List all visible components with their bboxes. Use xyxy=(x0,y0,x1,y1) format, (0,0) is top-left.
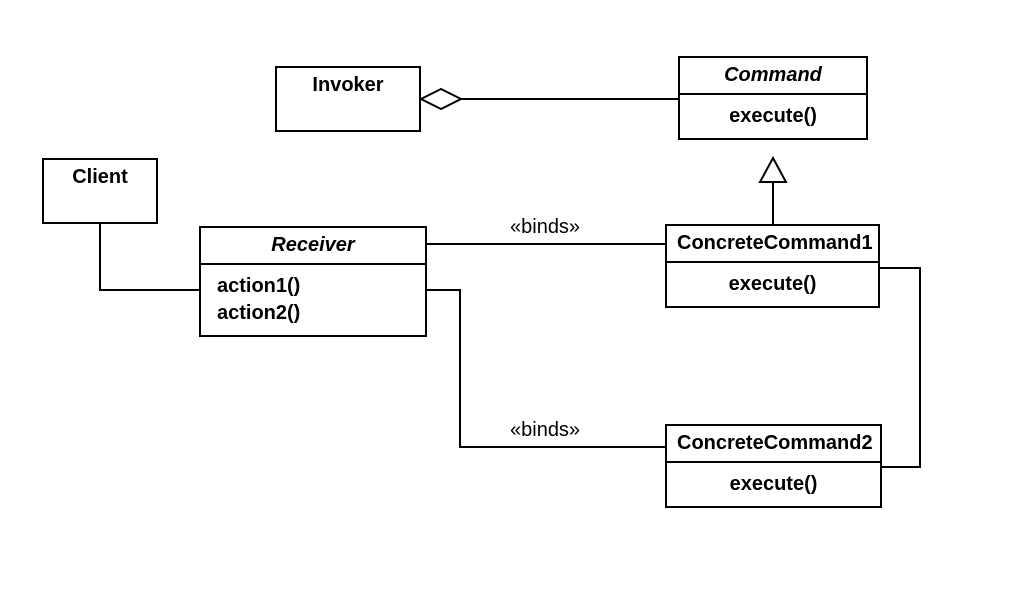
class-receiver: Receiver action1() action2() xyxy=(199,226,427,337)
class-command-title: Command xyxy=(680,58,866,93)
class-concrete-command-1: ConcreteCommand1 execute() xyxy=(665,224,880,308)
class-client: Client xyxy=(42,158,158,224)
edge-cc1-command xyxy=(760,158,786,224)
class-command: Command execute() xyxy=(678,56,868,140)
class-receiver-title: Receiver xyxy=(201,228,425,263)
class-invoker-title: Invoker xyxy=(277,68,419,103)
edge-invoker-command xyxy=(421,89,678,109)
class-concrete-command-2: ConcreteCommand2 execute() xyxy=(665,424,882,508)
class-client-title: Client xyxy=(44,160,156,195)
class-cc1-title: ConcreteCommand1 xyxy=(667,226,878,261)
class-receiver-methods: action1() action2() xyxy=(201,265,425,335)
class-command-method: execute() xyxy=(680,95,866,138)
class-cc2-title: ConcreteCommand2 xyxy=(667,426,880,461)
edge-label-binds-2: «binds» xyxy=(510,419,580,442)
class-invoker: Invoker xyxy=(275,66,421,132)
edge-client-receiver xyxy=(100,224,199,290)
class-cc2-method: execute() xyxy=(667,463,880,506)
edge-cc2-command xyxy=(880,268,920,467)
uml-diagram: Client Invoker Command execute() Receive… xyxy=(0,0,1024,593)
class-cc1-method: execute() xyxy=(667,263,878,306)
class-receiver-method-1: action1() xyxy=(217,273,409,300)
edge-label-binds-1: «binds» xyxy=(510,216,580,239)
class-receiver-method-2: action2() xyxy=(217,300,409,327)
